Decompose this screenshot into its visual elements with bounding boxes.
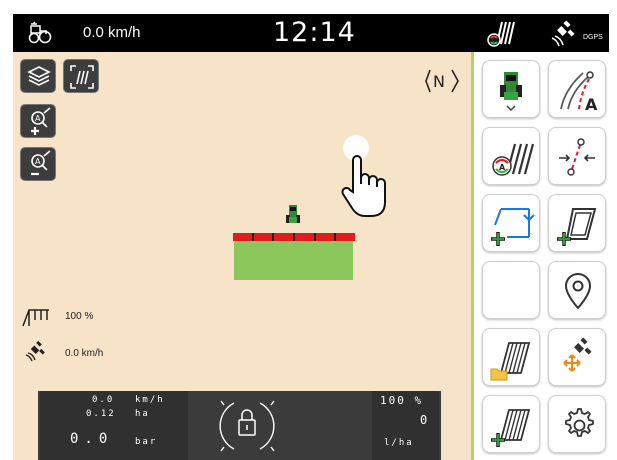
gps-speed-icon	[25, 340, 45, 362]
area-unit: ha	[135, 409, 150, 419]
full-screen-map-button[interactable]	[63, 59, 99, 93]
section-view-auto-button[interactable]: A	[482, 127, 540, 185]
gps-speed: 0.0 km/h	[65, 348, 104, 359]
lock-icon[interactable]	[190, 391, 370, 460]
section-width-icon	[22, 309, 49, 327]
section-view-auto-icon: A	[492, 143, 535, 176]
new-field-icon	[491, 409, 531, 447]
zoom-in-button[interactable]: A	[20, 104, 56, 138]
full-screen-icon	[70, 65, 94, 89]
new-field-boundary-icon	[491, 208, 535, 246]
function-sidebar: A A	[471, 52, 609, 460]
gps-satellite-icon	[551, 20, 575, 47]
speed-value: 0.0	[92, 395, 115, 405]
implement-settings-icon	[500, 72, 522, 112]
layers-icon	[27, 66, 51, 86]
location-pin-icon	[564, 273, 592, 310]
zoom-out-icon: A	[31, 150, 51, 176]
speed-area-pressure-block: 0.0 km/h 0.12 ha 0.0 bar	[40, 391, 188, 460]
gps-drift-correction-button[interactable]	[548, 328, 606, 386]
open-field-icon	[490, 342, 531, 381]
open-field-button[interactable]	[482, 328, 540, 386]
gps-drift-correction-icon	[563, 337, 592, 372]
svg-text:A: A	[35, 114, 41, 123]
north-compass-icon[interactable]: N	[424, 66, 464, 96]
hand-pointer-icon	[341, 155, 386, 217]
zoom-in-icon: A	[31, 107, 51, 135]
area-value: 0.12	[86, 409, 116, 419]
gps-mode-label: DGPS	[583, 34, 603, 41]
set-point-b-icon	[559, 138, 595, 176]
rate-unit: l/ha	[384, 438, 414, 448]
svg-text:A: A	[585, 95, 598, 114]
svg-text:A: A	[35, 157, 41, 166]
guidance-line-a-button[interactable]: A	[548, 60, 606, 118]
clock: 12:14	[273, 17, 356, 48]
new-headland-button[interactable]	[548, 194, 606, 252]
new-field-button[interactable]	[482, 395, 540, 453]
settings-gear-icon	[565, 408, 594, 437]
guidance-line-a-icon: A	[560, 71, 598, 114]
zoom-out-button[interactable]: A	[20, 147, 56, 181]
set-point-b-button[interactable]	[548, 127, 606, 185]
rate-value: 0	[420, 413, 430, 427]
implement-settings-button[interactable]	[482, 60, 540, 118]
machine-data-panel: 0.0 km/h 0.12 ha 0.0 bar 100 % 0 l/ha	[38, 391, 441, 460]
application-rate-block: 100 % 0 l/ha	[372, 391, 439, 460]
boom-sections	[233, 233, 355, 241]
tractor-position-icon	[286, 205, 300, 223]
section-control-status-icon	[487, 21, 515, 47]
empty-function-slot[interactable]	[482, 261, 540, 319]
rate-percent: 100 %	[380, 394, 424, 407]
new-headland-icon	[557, 208, 597, 246]
pressure-unit: bar	[135, 437, 158, 447]
speed-unit: km/h	[135, 395, 165, 405]
pressure-value: 0.0	[70, 431, 114, 447]
worked-area	[234, 240, 353, 280]
new-field-boundary-button[interactable]	[482, 194, 540, 252]
section-control-percent: 100 %	[65, 311, 94, 322]
location-pin-button[interactable]	[548, 261, 606, 319]
tractor-icon	[28, 21, 52, 44]
layers-button[interactable]	[20, 59, 56, 93]
status-bar: 0.0 km/h 12:14 DGPS	[13, 14, 609, 52]
settings-button[interactable]	[548, 395, 606, 453]
vehicle-speed: 0.0 km/h	[83, 24, 141, 41]
compass-label: N	[433, 72, 445, 91]
svg-text:A: A	[499, 163, 506, 172]
